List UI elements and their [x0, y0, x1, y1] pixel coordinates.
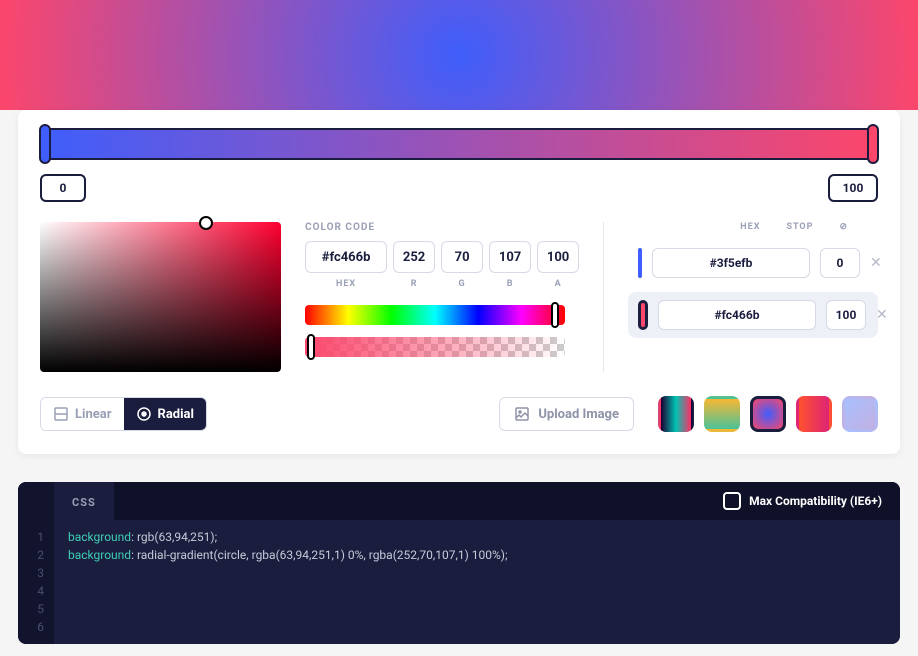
hex-input[interactable] [305, 241, 387, 273]
preset-3[interactable] [796, 396, 832, 432]
sv-cursor[interactable] [199, 216, 213, 230]
compat-label: Max Compatibility (IE6+) [749, 494, 882, 508]
stop-position-left-input[interactable] [40, 174, 86, 202]
checkbox-icon [723, 492, 741, 510]
close-icon: ✕ [876, 307, 888, 323]
a-sublabel: A [537, 279, 579, 289]
radial-icon [136, 406, 152, 422]
editor-card: COLOR CODE HEX R G B A [18, 110, 900, 454]
color-code-label: COLOR CODE [305, 222, 579, 233]
r-input[interactable] [393, 241, 435, 273]
hex-sublabel: HEX [305, 279, 387, 289]
stop-swatch-0[interactable] [638, 248, 642, 278]
preset-4[interactable] [842, 396, 878, 432]
preset-2[interactable] [750, 396, 786, 432]
gradient-handle-0[interactable] [39, 124, 51, 164]
a-input[interactable] [537, 241, 579, 273]
stop-hex-input-1[interactable] [658, 300, 816, 330]
stop-row-0[interactable]: ✕ [628, 240, 878, 286]
alpha-handle[interactable] [307, 334, 315, 360]
gradient-type-toggle: Linear Radial [40, 397, 207, 431]
gradient-slider[interactable] [40, 128, 878, 160]
upload-image-button[interactable]: Upload Image [499, 397, 634, 431]
radial-button[interactable]: Radial [124, 398, 206, 430]
g-sublabel: G [441, 279, 483, 289]
stops-delete-header: ⊘ [839, 222, 848, 232]
stops-hex-header: HEX [740, 222, 760, 232]
code-output: CSS Max Compatibility (IE6+) 123456 back… [18, 482, 900, 644]
gradient-preview [0, 0, 918, 110]
stop-pos-input-1[interactable] [826, 300, 866, 330]
alpha-slider[interactable] [305, 337, 565, 357]
hue-slider[interactable] [305, 305, 565, 325]
preset-0[interactable] [658, 396, 694, 432]
stop-position-right-input[interactable] [828, 174, 878, 202]
code-lines[interactable]: background: rgb(63,94,251); background: … [54, 520, 521, 644]
hue-handle[interactable] [551, 302, 559, 328]
b-sublabel: B [489, 279, 531, 289]
close-icon: ✕ [870, 255, 882, 271]
radial-label: Radial [158, 407, 194, 422]
stop-row-1[interactable]: ✕ [628, 292, 878, 338]
r-sublabel: R [393, 279, 435, 289]
css-tab[interactable]: CSS [54, 482, 114, 520]
saturation-value-picker[interactable] [40, 222, 281, 372]
delete-stop-0-button[interactable]: ✕ [870, 254, 882, 272]
delete-stop-1-button[interactable]: ✕ [876, 306, 888, 324]
stops-stop-header: STOP [786, 222, 813, 232]
upload-label: Upload Image [538, 407, 619, 422]
linear-icon [53, 406, 69, 422]
line-gutter: 123456 [18, 520, 54, 644]
preset-row [658, 396, 878, 432]
stop-pos-input-0[interactable] [820, 248, 860, 278]
image-icon [514, 406, 530, 422]
gradient-handle-1[interactable] [867, 124, 879, 164]
max-compat-toggle[interactable]: Max Compatibility (IE6+) [723, 492, 882, 510]
stop-hex-input-0[interactable] [652, 248, 810, 278]
stop-swatch-1[interactable] [638, 300, 648, 330]
linear-label: Linear [75, 407, 112, 422]
g-input[interactable] [441, 241, 483, 273]
linear-button[interactable]: Linear [41, 398, 124, 430]
preset-1[interactable] [704, 396, 740, 432]
b-input[interactable] [489, 241, 531, 273]
